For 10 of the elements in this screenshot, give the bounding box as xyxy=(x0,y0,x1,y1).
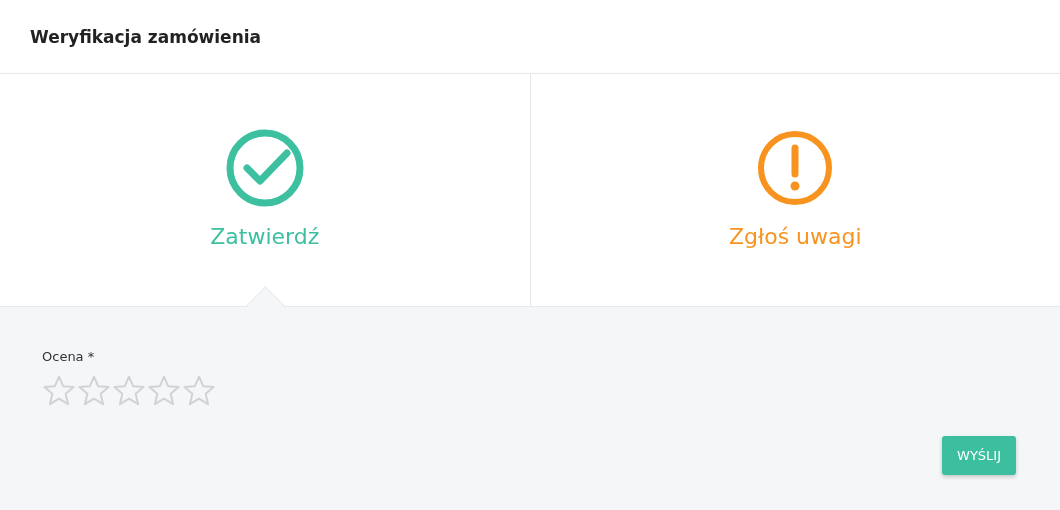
dialog-title: Weryfikacja zamówienia xyxy=(30,26,262,47)
star-icon[interactable] xyxy=(77,374,111,408)
star-icon[interactable] xyxy=(147,374,181,408)
rating-label: Ocena * xyxy=(42,349,95,364)
submit-button[interactable]: WYŚLIJ xyxy=(942,436,1016,475)
star-icon[interactable] xyxy=(112,374,146,408)
star-icon[interactable] xyxy=(42,374,76,408)
star-rating[interactable] xyxy=(42,374,216,408)
check-circle-icon xyxy=(224,128,305,208)
star-icon[interactable] xyxy=(182,374,216,408)
